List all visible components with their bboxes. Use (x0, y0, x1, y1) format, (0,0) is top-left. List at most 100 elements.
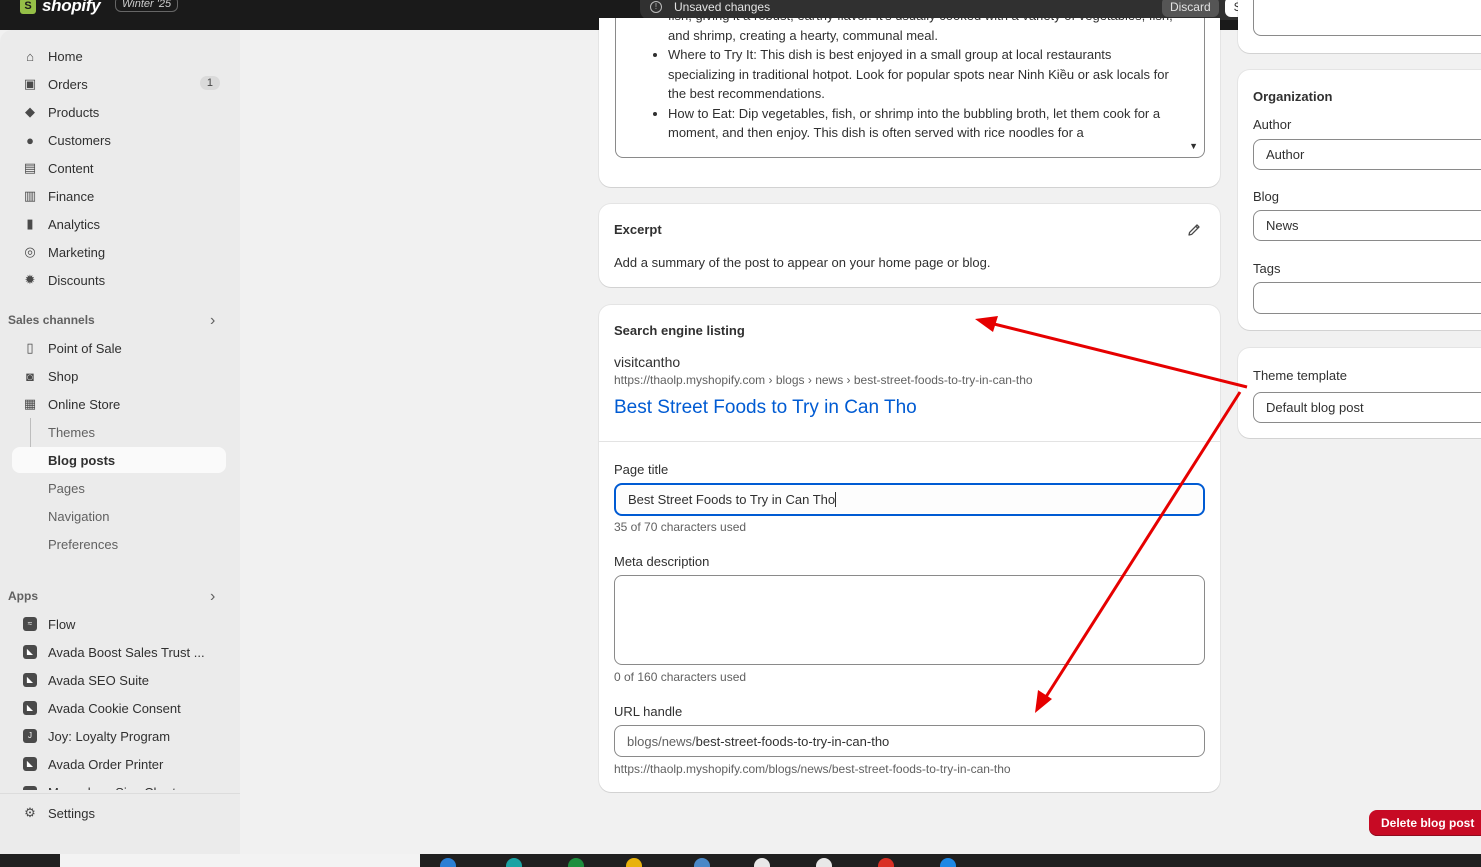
unsaved-message: Unsaved changes (674, 0, 771, 14)
sidebar-item-flow[interactable]: ≈ Flow (12, 611, 226, 637)
sidebar-item-analytics[interactable]: ▮ Analytics (12, 211, 226, 237)
sidebar-item-label: Avada Order Printer (48, 756, 164, 772)
seo-divider (599, 441, 1220, 442)
seo-preview-title[interactable]: Best Street Foods to Try in Can Tho (614, 397, 917, 419)
sidebar-item-label: Discounts (48, 272, 106, 288)
sidebar-item-marketing[interactable]: ◎ Marketing (12, 239, 226, 265)
home-icon: ⌂ (26, 48, 34, 64)
sidebar-item-label: Megaplaza Size Chart (48, 785, 176, 790)
taskbar-app-2[interactable] (506, 858, 522, 867)
sidebar-item-avada-seo-suite[interactable]: ◣ Avada SEO Suite (12, 667, 226, 693)
content-bullet: fish, giving it a robust, earthy flavor.… (668, 18, 1173, 43)
url-prefix: blogs/news/ (627, 733, 696, 749)
excerpt-description: Add a summary of the post to appear on y… (614, 255, 991, 270)
taskbar-app-3[interactable] (568, 858, 584, 867)
tags-input[interactable] (1253, 282, 1481, 314)
flow-icon: ≈ (23, 617, 37, 631)
sidebar-item-content[interactable]: ▤ Content (12, 155, 226, 181)
logo-text: shopify (42, 0, 101, 15)
sidebar-item-label: Marketing (48, 244, 106, 260)
sidebar-item-preferences[interactable]: Preferences (12, 531, 226, 557)
theme-template-card: Theme template Default blog post (1238, 348, 1481, 438)
sidebar-item-label: Finance (48, 188, 95, 204)
content-editor[interactable]: fish, giving it a robust, earthy flavor.… (615, 18, 1205, 158)
avada-icon: ◣ (23, 701, 37, 715)
sidebar-item-customers[interactable]: ● Customers (12, 127, 226, 153)
theme-template-select[interactable]: Default blog post (1253, 392, 1481, 423)
sidebar-item-avada-order-printer[interactable]: ◣ Avada Order Printer (12, 751, 226, 777)
meta-description-label: Meta description (614, 554, 710, 569)
target-icon: ◎ (24, 244, 36, 259)
organization-card: Organization Author Author Blog News Tag… (1238, 70, 1481, 330)
app-icon: ▪ (23, 786, 37, 790)
shopify-logo[interactable]: S shopify (20, 0, 101, 16)
sidebar-item-label: Content (48, 160, 94, 176)
sidebar-item-settings[interactable]: ⚙ Settings (12, 800, 226, 826)
sidebar-item-megaplaza-size-chart[interactable]: ▪ Megaplaza Size Chart (12, 779, 226, 790)
shop-icon: ◙ (26, 368, 34, 384)
sidebar-item-navigation[interactable]: Navigation (12, 503, 226, 529)
sales-channels-heading[interactable]: Sales channels (8, 313, 95, 327)
sidebar-item-point-of-sale[interactable]: ▯ Point of Sale (12, 335, 226, 361)
sidebar-item-label: Point of Sale (48, 340, 122, 356)
person-icon: ● (26, 132, 34, 148)
taskbar-search[interactable] (60, 854, 420, 867)
avada-icon: ◣ (23, 757, 37, 771)
sidebar-item-label: Orders (48, 76, 88, 92)
taskbar-app-4[interactable] (626, 858, 642, 867)
sidebar-item-avada-cookie-consent[interactable]: ◣ Avada Cookie Consent (12, 695, 226, 721)
sidebar-item-blog-posts[interactable]: Blog posts (12, 447, 226, 473)
url-handle-value: best-street-foods-to-try-in-can-tho (695, 733, 890, 749)
tag-icon: ◆ (25, 104, 35, 119)
delete-blog-post-button[interactable]: Delete blog post (1369, 810, 1481, 836)
sidebar-item-online-store[interactable]: ▦ Online Store (12, 391, 226, 417)
edition-badge: Winter '25 (115, 0, 179, 12)
scroll-down-icon[interactable]: ▼ (1189, 141, 1198, 151)
sidebar-item-themes[interactable]: Themes (12, 419, 226, 445)
taskbar-app-9[interactable] (940, 858, 956, 867)
sidebar-item-products[interactable]: ◆ Products (12, 99, 226, 125)
blog-select[interactable]: News (1253, 210, 1481, 241)
search-engine-listing-card: Search engine listing visitcantho https:… (599, 305, 1220, 792)
taskbar-app-1[interactable] (440, 858, 456, 867)
chevron-right-icon[interactable]: › (210, 312, 215, 330)
sidebar-item-label: Products (48, 104, 100, 120)
seo-breadcrumb-url: https://thaolp.myshopify.com › blogs › n… (614, 373, 1033, 387)
sidebar-item-shop[interactable]: ◙ Shop (12, 363, 226, 389)
excerpt-title: Excerpt (614, 222, 662, 237)
discard-button[interactable]: Discard (1161, 0, 1219, 17)
joy-icon: J (23, 729, 37, 743)
author-select[interactable]: Author (1253, 139, 1481, 170)
taskbar-app-5[interactable] (694, 858, 710, 867)
gear-icon: ⚙ (24, 805, 36, 820)
sidebar-item-label: Settings (48, 805, 95, 821)
sidebar-item-avada-boost-sales-trust[interactable]: ◣ Avada Boost Sales Trust ... (12, 639, 226, 665)
os-taskbar (0, 854, 1481, 867)
unsaved-changes-bar: ! Unsaved changes Discard Save (640, 0, 1280, 20)
sidebar-item-orders[interactable]: ▣ Orders 1 (12, 71, 226, 97)
sidebar-item-home[interactable]: ⌂ Home (12, 43, 226, 69)
taskbar-app-8[interactable] (878, 858, 894, 867)
sidebar-item-label: Online Store (48, 396, 121, 412)
store-icon: ▦ (23, 396, 37, 411)
taskbar-app-6[interactable] (754, 858, 770, 867)
full-url: https://thaolp.myshopify.com/blogs/news/… (614, 762, 1011, 776)
sidebar-item-label: Pages (48, 480, 85, 496)
pencil-icon[interactable] (1186, 222, 1202, 238)
sidebar-item-pages[interactable]: Pages (12, 475, 226, 501)
page-title-input[interactable]: Best Street Foods to Try in Can Tho (614, 483, 1205, 516)
status-select-stub[interactable] (1253, 0, 1481, 36)
theme-template-label: Theme template (1253, 368, 1347, 383)
author-value: Author (1266, 147, 1305, 162)
taskbar-app-7[interactable] (816, 858, 832, 867)
sidebar: ⌂ Home ▣ Orders 1 ◆ Products ● Customers … (0, 30, 240, 854)
chevron-right-icon[interactable]: › (210, 588, 215, 606)
sidebar-item-label: Analytics (48, 216, 101, 232)
sidebar-item-label: Shop (48, 368, 79, 384)
sidebar-item-joy-loyalty-program[interactable]: J Joy: Loyalty Program (12, 723, 226, 749)
sidebar-item-discounts[interactable]: ✹ Discounts (12, 267, 226, 293)
url-handle-input[interactable]: blogs/news/best-street-foods-to-try-in-c… (614, 725, 1205, 757)
apps-heading[interactable]: Apps (8, 589, 38, 603)
sidebar-item-finance[interactable]: ▥ Finance (12, 183, 226, 209)
meta-description-input[interactable] (614, 575, 1205, 665)
